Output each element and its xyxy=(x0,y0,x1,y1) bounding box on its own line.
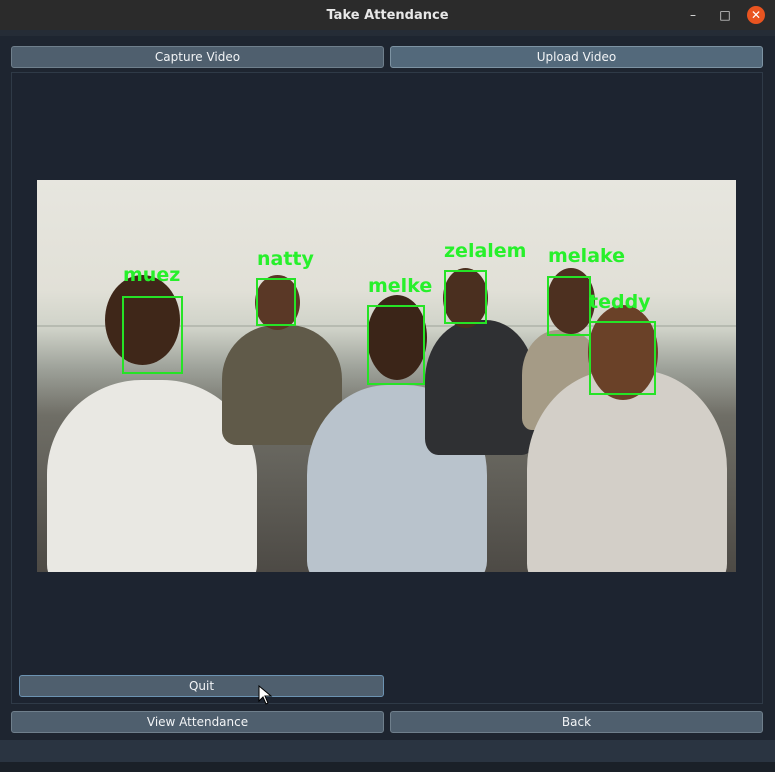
face-box-melake xyxy=(547,276,591,336)
face-label-melke: melke xyxy=(368,275,433,297)
face-label-teddy: teddy xyxy=(589,291,651,313)
upload-video-button[interactable]: Upload Video xyxy=(390,46,763,68)
face-label-zelalem: zelalem xyxy=(444,240,527,262)
title-separator xyxy=(0,30,775,36)
person-body xyxy=(527,370,727,572)
window-title: Take Attendance xyxy=(326,7,449,23)
view-attendance-button[interactable]: View Attendance xyxy=(11,711,384,733)
face-label-muez: muez xyxy=(123,264,181,286)
video-frame: muez natty melke zelalem melake teddy xyxy=(37,180,736,572)
face-label-natty: natty xyxy=(257,248,314,270)
status-bar xyxy=(0,740,775,762)
face-box-melke xyxy=(367,305,425,385)
window-bottom-edge xyxy=(0,762,775,772)
face-box-muez xyxy=(122,296,183,374)
person-body xyxy=(425,320,535,455)
maximize-icon[interactable]: □ xyxy=(716,6,734,24)
face-box-teddy xyxy=(589,321,656,395)
title-bar: Take Attendance xyxy=(0,0,775,30)
face-box-zelalem xyxy=(444,270,487,324)
mouse-cursor-icon xyxy=(258,685,273,705)
close-icon[interactable]: ✕ xyxy=(747,6,765,24)
face-label-melake: melake xyxy=(548,245,626,267)
back-button[interactable]: Back xyxy=(390,711,763,733)
face-box-natty xyxy=(256,278,296,326)
capture-video-button[interactable]: Capture Video xyxy=(11,46,384,68)
quit-button[interactable]: Quit xyxy=(19,675,384,697)
minimize-icon[interactable]: – xyxy=(684,6,702,24)
